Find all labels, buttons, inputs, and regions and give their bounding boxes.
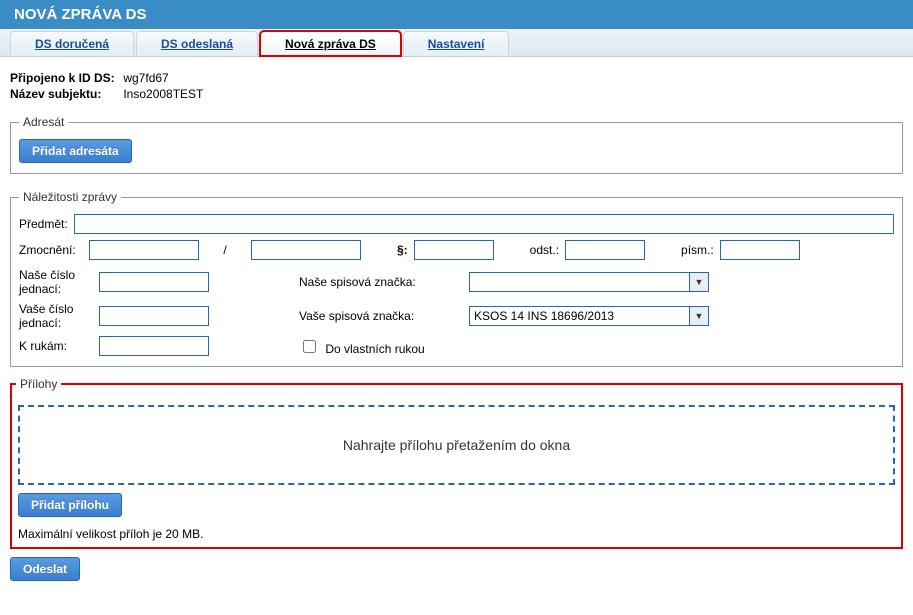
kruk-label: K rukám: <box>19 339 99 353</box>
your-sp-dropdown-button[interactable]: ▼ <box>689 306 709 326</box>
your-sp-input[interactable] <box>469 306 689 326</box>
tab-received[interactable]: DS doručená <box>10 31 134 56</box>
recipient-legend: Adresát <box>19 115 68 129</box>
own-hands-label: Do vlastních rukou <box>325 342 424 356</box>
attachment-dropzone[interactable]: Nahrajte přílohu přetažením do okna <box>18 405 895 485</box>
zmocneni-label: Zmocnění: <box>19 243 83 257</box>
conn-id-value: wg7fd67 <box>123 71 168 85</box>
pism-input[interactable] <box>720 240 800 260</box>
conn-id-label: Připojeno k ID DS: <box>10 71 120 85</box>
message-legend: Náležitosti zprávy <box>19 190 121 204</box>
zmocneni-a-input[interactable] <box>89 240 199 260</box>
page-title: NOVÁ ZPRÁVA DS <box>0 0 913 29</box>
pism-label: písm.: <box>681 243 714 257</box>
attachments-legend: Přílohy <box>16 377 61 391</box>
your-cj-input[interactable] <box>99 306 209 326</box>
your-sp-label: Vaše spisová značka: <box>299 309 469 323</box>
add-recipient-button[interactable]: Přidat adresáta <box>19 139 132 163</box>
subject-input[interactable] <box>74 214 894 234</box>
our-cj-input[interactable] <box>99 272 209 292</box>
tab-sent[interactable]: DS odeslaná <box>136 31 258 56</box>
own-hands-checkbox[interactable] <box>303 340 316 353</box>
conn-id-row: Připojeno k ID DS: wg7fd67 <box>10 71 903 85</box>
paragraph-input[interactable] <box>414 240 494 260</box>
send-button[interactable]: Odeslat <box>10 557 80 581</box>
your-cj-label: Vaše číslo jednací: <box>19 302 99 330</box>
tab-new-message[interactable]: Nová zpráva DS <box>260 31 401 56</box>
subject-label: Předmět: <box>19 217 68 231</box>
kruk-input[interactable] <box>99 336 209 356</box>
recipient-fieldset: Adresát Přidat adresáta <box>10 115 903 174</box>
add-attachment-button[interactable]: Přidat přílohu <box>18 493 122 517</box>
our-sp-input[interactable] <box>469 272 689 292</box>
tab-bar: DS doručená DS odeslaná Nová zpráva DS N… <box>0 29 913 57</box>
attachment-limit-note: Maximální velikost příloh je 20 MB. <box>18 527 895 541</box>
conn-subject-label: Název subjektu: <box>10 87 120 101</box>
our-sp-dropdown-button[interactable]: ▼ <box>689 272 709 292</box>
odst-label: odst.: <box>530 243 559 257</box>
conn-subject-value: Inso2008TEST <box>123 87 203 101</box>
zmocneni-b-input[interactable] <box>251 240 361 260</box>
conn-subject-row: Název subjektu: Inso2008TEST <box>10 87 903 101</box>
our-cj-label: Naše číslo jednací: <box>19 268 99 296</box>
odst-input[interactable] <box>565 240 645 260</box>
attachments-section: Přílohy Nahrajte přílohu přetažením do o… <box>10 383 903 549</box>
zmocneni-slash: / <box>205 243 245 257</box>
our-sp-label: Naše spisová značka: <box>299 275 469 289</box>
tab-settings[interactable]: Nastavení <box>403 31 510 56</box>
paragraph-label: §: <box>397 243 408 257</box>
message-fieldset: Náležitosti zprávy Předmět: Zmocnění: / … <box>10 190 903 367</box>
